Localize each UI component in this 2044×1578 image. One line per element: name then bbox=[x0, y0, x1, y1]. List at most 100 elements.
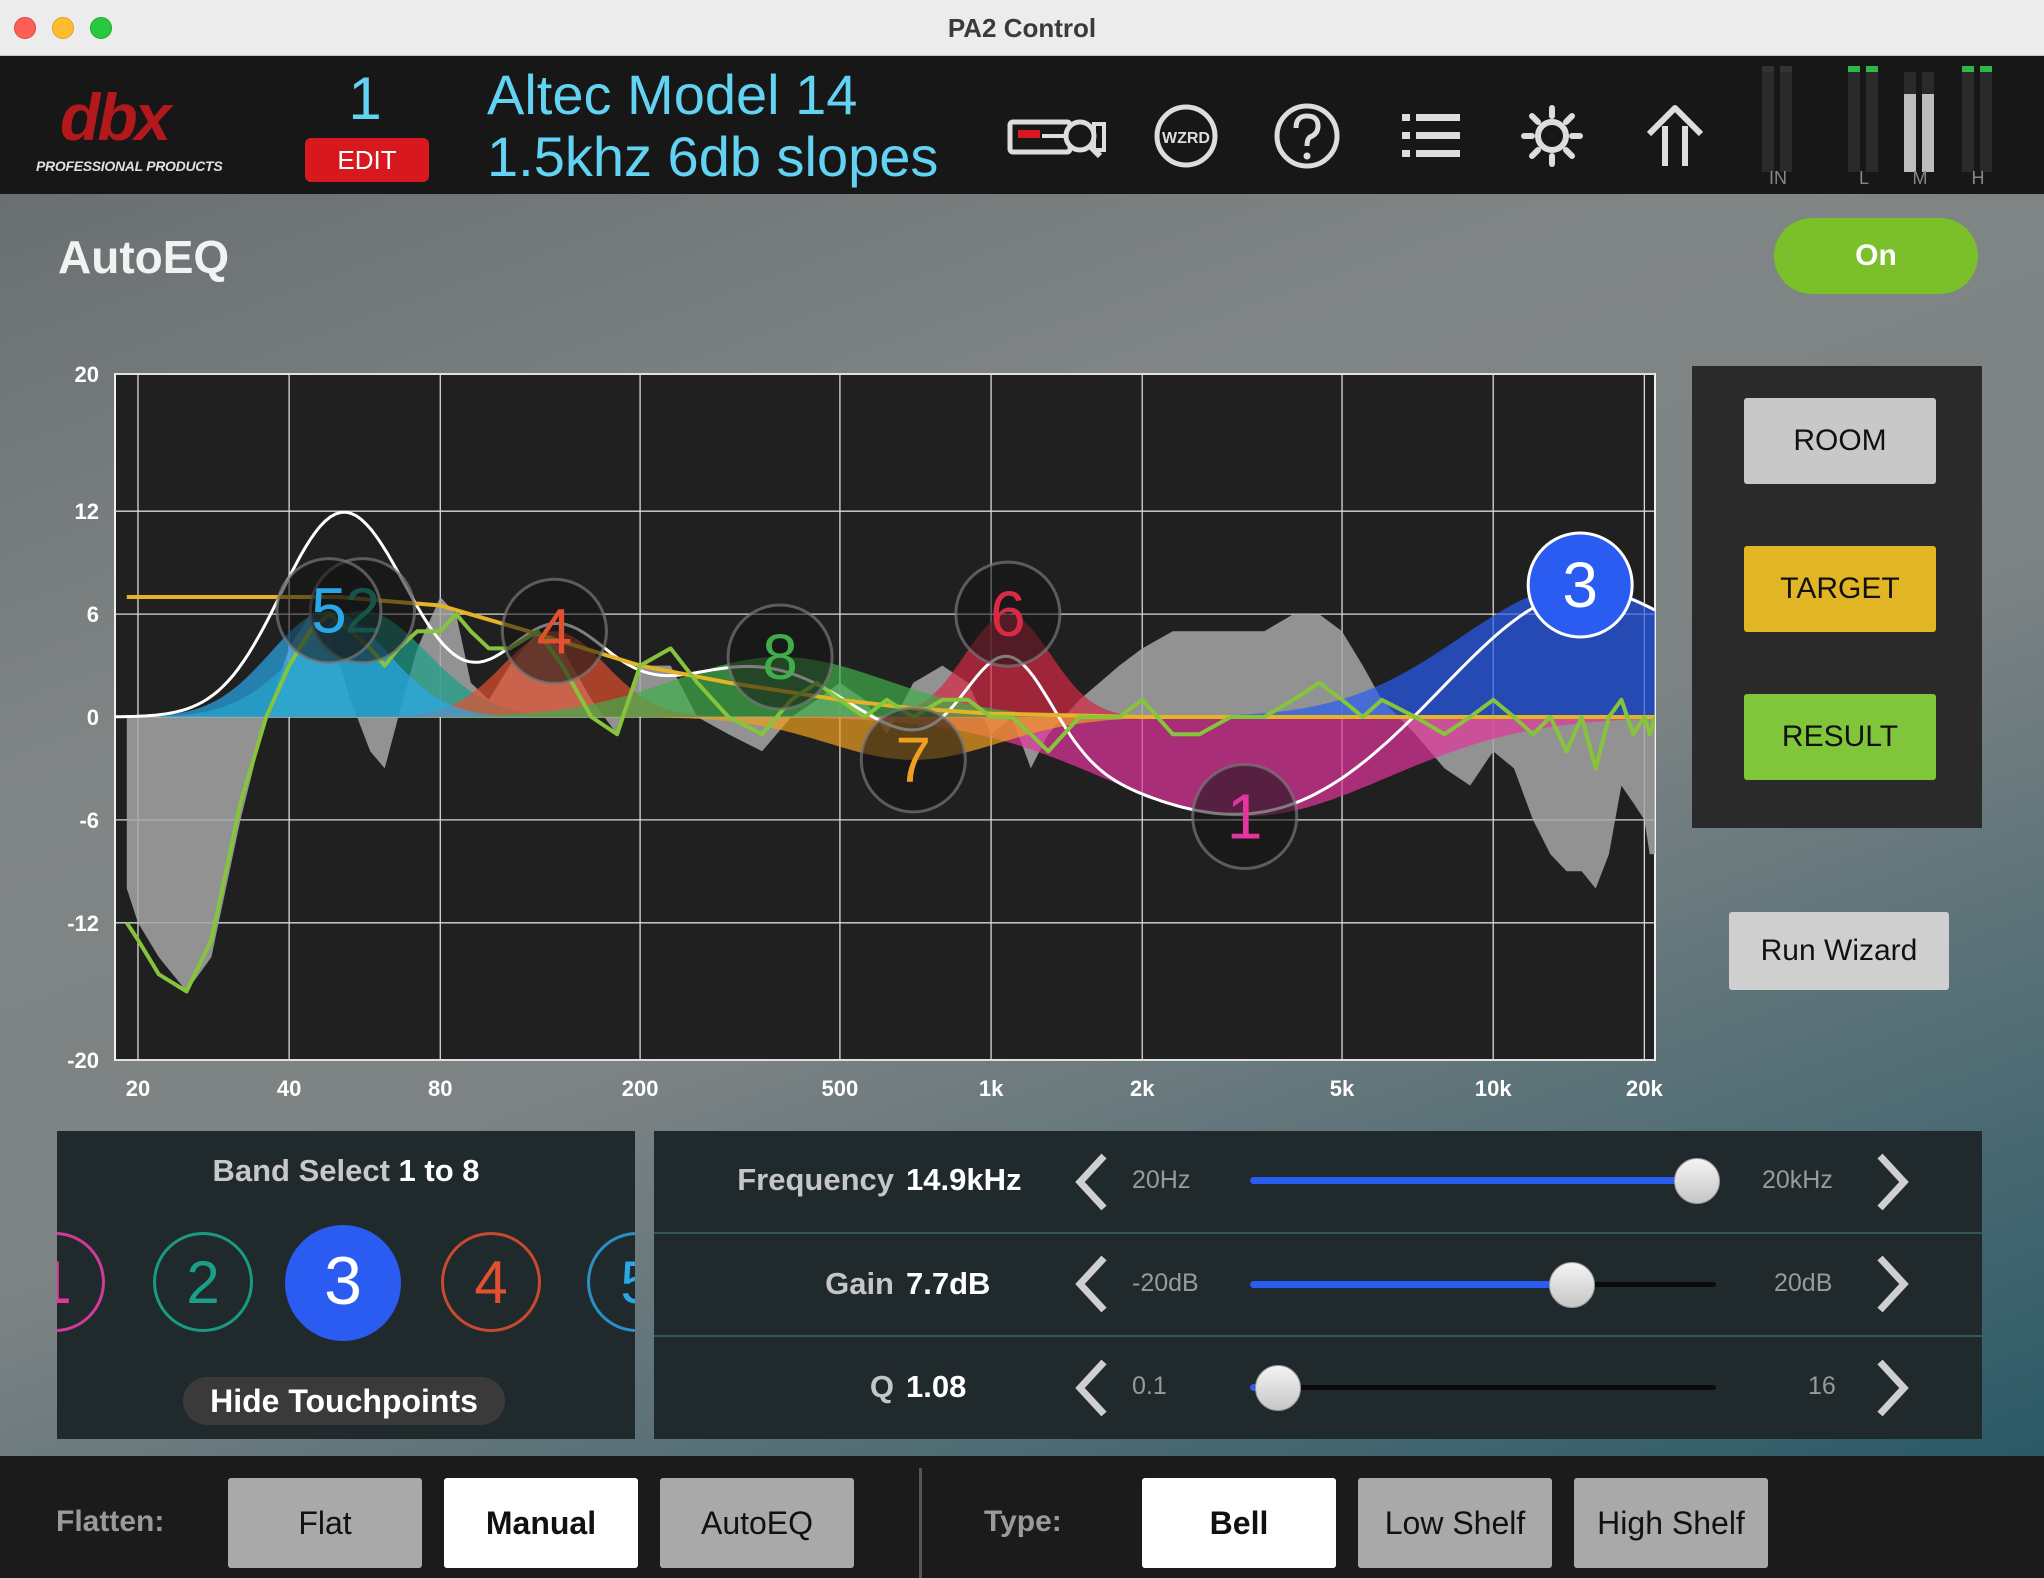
x-tick-label: 5k bbox=[1330, 1076, 1355, 1101]
x-tick-label: 10k bbox=[1475, 1076, 1512, 1101]
app-header: dbx PROFESSIONAL PRODUCTS 1 EDIT Altec M… bbox=[0, 56, 2044, 194]
band-select-5-label: 5 bbox=[620, 1249, 635, 1316]
type-high-shelf-button[interactable]: High Shelf bbox=[1574, 1478, 1768, 1568]
list-icon[interactable] bbox=[1388, 94, 1472, 178]
band-1-touchpoint-label: 1 bbox=[1227, 780, 1263, 852]
gain-slider-knob[interactable] bbox=[1548, 1262, 1595, 1308]
q-decrement-chevron-left-icon[interactable] bbox=[1072, 1356, 1112, 1420]
gain-slider-fill bbox=[1250, 1281, 1572, 1288]
band-5-touchpoint-label: 5 bbox=[311, 575, 347, 647]
band-8-touchpoint-label: 8 bbox=[762, 621, 798, 693]
x-tick-label: 80 bbox=[428, 1076, 452, 1101]
flatten-flat-button[interactable]: Flat bbox=[228, 1478, 422, 1568]
window-title: PA2 Control bbox=[947, 13, 1097, 43]
band-select-1[interactable]: 1 bbox=[57, 1232, 105, 1332]
gain-min: -20dB bbox=[1132, 1269, 1199, 1297]
band-select-title: Band Select 1 to 8 bbox=[57, 1153, 635, 1189]
meter-in-label: IN bbox=[1769, 168, 1787, 188]
band-8-touchpoint[interactable]: 8 bbox=[726, 603, 834, 711]
q-max: 16 bbox=[1808, 1372, 1836, 1400]
band-4-touchpoint-label: 4 bbox=[537, 595, 573, 667]
q-label: Q bbox=[869, 1369, 894, 1404]
flatten-manual-button[interactable]: Manual bbox=[444, 1478, 638, 1568]
home-arrow-icon[interactable] bbox=[1633, 94, 1717, 178]
band-select-title-range: 1 to 8 bbox=[398, 1153, 480, 1188]
preset-name-line2: 1.5khz 6db slopes bbox=[487, 125, 939, 188]
y-tick-label: 6 bbox=[87, 602, 99, 627]
band-6-touchpoint-label: 6 bbox=[990, 578, 1026, 650]
gain-value: 7.7dB bbox=[906, 1266, 991, 1301]
run-wizard-button[interactable]: Run Wizard bbox=[1729, 912, 1949, 990]
type-label: Type: bbox=[984, 1505, 1062, 1538]
param-divider bbox=[654, 1335, 1982, 1337]
frequency-decrement-chevron-left-icon[interactable] bbox=[1072, 1150, 1112, 1214]
frequency-slider-fill bbox=[1250, 1177, 1698, 1184]
hide-touchpoints-button[interactable]: Hide Touchpoints bbox=[183, 1377, 505, 1425]
flatten-label: Flatten: bbox=[56, 1505, 165, 1538]
x-tick-label: 1k bbox=[979, 1076, 1004, 1101]
band-select-4[interactable]: 4 bbox=[441, 1232, 541, 1332]
q-increment-chevron-right-icon[interactable] bbox=[1872, 1356, 1912, 1420]
band-1-touchpoint[interactable]: 1 bbox=[1191, 762, 1299, 870]
eq-chart[interactable]: 2040802005001k2k5k10k20k201260-6-12-2012… bbox=[0, 360, 1680, 1120]
x-tick-label: 40 bbox=[277, 1076, 301, 1101]
band-5-touchpoint[interactable]: 5 bbox=[275, 557, 383, 665]
gain-label: Gain bbox=[825, 1266, 894, 1301]
gain-decrement-chevron-left-icon[interactable] bbox=[1072, 1252, 1112, 1316]
x-tick-label: 20k bbox=[1626, 1076, 1663, 1101]
preset-name-line1: Altec Model 14 bbox=[487, 63, 858, 126]
y-tick-label: 20 bbox=[75, 362, 99, 387]
band-4-touchpoint[interactable]: 4 bbox=[500, 577, 608, 685]
y-tick-label: 0 bbox=[87, 705, 99, 730]
logo-wordmark: dbx bbox=[60, 80, 171, 154]
meter-h-label: H bbox=[1971, 168, 1985, 188]
band-select-2[interactable]: 2 bbox=[153, 1232, 253, 1332]
x-tick-label: 20 bbox=[126, 1076, 150, 1101]
band-7-touchpoint[interactable]: 7 bbox=[859, 706, 967, 814]
band-3-touchpoint[interactable]: 3 bbox=[1526, 531, 1634, 639]
band-select-3-label: 3 bbox=[324, 1243, 362, 1319]
frequency-label: Frequency bbox=[737, 1162, 894, 1197]
autoeq-on-toggle[interactable]: On bbox=[1774, 218, 1978, 294]
wizard-icon-text: WZRD bbox=[1162, 130, 1210, 147]
help-icon[interactable] bbox=[1265, 94, 1349, 178]
meter-l-label: L bbox=[1858, 168, 1869, 188]
band-select-4-label: 4 bbox=[474, 1249, 508, 1316]
rta-mic-icon[interactable] bbox=[1007, 94, 1106, 178]
page-title: AutoEQ bbox=[58, 231, 230, 283]
wizard-icon[interactable]: WZRD bbox=[1144, 94, 1228, 178]
frequency-slider-knob[interactable] bbox=[1674, 1158, 1721, 1204]
band-select-3-selected[interactable]: 3 bbox=[285, 1225, 401, 1341]
frequency-increment-chevron-right-icon[interactable] bbox=[1872, 1150, 1912, 1214]
gain-slider[interactable] bbox=[1250, 1260, 1716, 1310]
toolbar-divider bbox=[919, 1468, 922, 1578]
dbx-logo: dbx PROFESSIONAL PRODUCTS bbox=[22, 74, 223, 184]
result-curve-button[interactable]: RESULT bbox=[1744, 694, 1936, 780]
edit-preset-button[interactable]: EDIT bbox=[305, 138, 429, 182]
q-slider[interactable] bbox=[1250, 1363, 1716, 1413]
eq-chart-svg[interactable]: 2040802005001k2k5k10k20k201260-6-12-2012… bbox=[0, 360, 1680, 1120]
frequency-max: 20kHz bbox=[1762, 1166, 1833, 1194]
band-6-touchpoint[interactable]: 6 bbox=[954, 560, 1062, 668]
band-select-2-label: 2 bbox=[186, 1249, 220, 1316]
band-select-5[interactable]: 5 bbox=[587, 1232, 635, 1332]
settings-gear-icon[interactable] bbox=[1510, 94, 1594, 178]
x-tick-label: 500 bbox=[822, 1076, 859, 1101]
gain-increment-chevron-right-icon[interactable] bbox=[1872, 1252, 1912, 1316]
q-slider-knob[interactable] bbox=[1254, 1365, 1301, 1411]
frequency-value: 14.9kHz bbox=[906, 1162, 1022, 1197]
x-tick-label: 2k bbox=[1130, 1076, 1155, 1101]
preset-number: 1 bbox=[348, 65, 382, 132]
type-low-shelf-button[interactable]: Low Shelf bbox=[1358, 1478, 1552, 1568]
meter-l bbox=[1848, 66, 1880, 180]
room-curve-button[interactable]: ROOM bbox=[1744, 398, 1936, 484]
type-bell-button[interactable]: Bell bbox=[1142, 1478, 1336, 1568]
x-tick-label: 200 bbox=[622, 1076, 659, 1101]
y-tick-label: 12 bbox=[75, 499, 99, 524]
target-curve-button[interactable]: TARGET bbox=[1744, 546, 1936, 632]
flatten-autoeq-button[interactable]: AutoEQ bbox=[660, 1478, 854, 1568]
meter-m bbox=[1904, 66, 1936, 180]
frequency-slider[interactable] bbox=[1250, 1156, 1721, 1206]
band-7-touchpoint-label: 7 bbox=[895, 724, 931, 796]
meter-h bbox=[1962, 66, 1994, 180]
